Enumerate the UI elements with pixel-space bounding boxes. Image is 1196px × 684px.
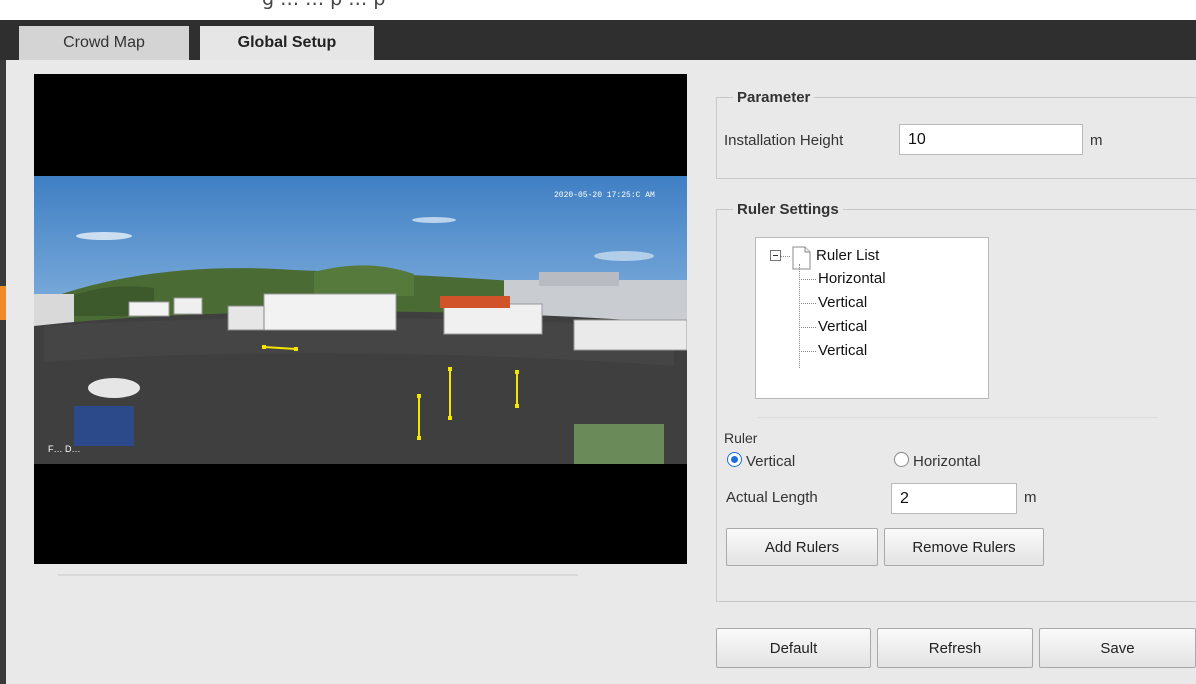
- tab-bar: Crowd Map Global Setup: [0, 20, 1196, 60]
- actual-length-input[interactable]: 2: [891, 483, 1017, 514]
- refresh-button[interactable]: Refresh: [877, 628, 1033, 668]
- document-icon: [792, 246, 811, 270]
- radio-horizontal[interactable]: [894, 452, 909, 467]
- video-divider: [58, 574, 578, 576]
- tree-root-ruler-list[interactable]: Ruler List: [816, 247, 879, 264]
- radio-vertical-label[interactable]: Vertical: [746, 453, 795, 470]
- tree-item-vertical-1[interactable]: Vertical: [818, 294, 867, 311]
- tree-item-horizontal[interactable]: Horizontal: [818, 270, 886, 287]
- add-rulers-button[interactable]: Add Rulers: [726, 528, 878, 566]
- video-preview[interactable]: 2020-05-20 17:25:C AM F… D…: [34, 74, 687, 564]
- remove-rulers-button[interactable]: Remove Rulers: [884, 528, 1044, 566]
- camera-scene: 2020-05-20 17:25:C AM F… D…: [34, 176, 687, 464]
- save-button[interactable]: Save: [1039, 628, 1196, 668]
- timestamp-overlay: 2020-05-20 17:25:C AM: [554, 191, 655, 200]
- ruler-settings-legend: Ruler Settings: [737, 201, 839, 218]
- camera-watermark: F… D…: [48, 444, 81, 454]
- ruler-list-tree[interactable]: Ruler List Horizontal Vertical Vertical …: [755, 237, 989, 399]
- radio-horizontal-label[interactable]: Horizontal: [913, 453, 981, 470]
- installation-height-unit: m: [1090, 132, 1103, 149]
- ruler-divider: [758, 417, 1158, 418]
- tree-item-vertical-2[interactable]: Vertical: [818, 318, 867, 335]
- radio-vertical[interactable]: [727, 452, 742, 467]
- tab-crowd-map[interactable]: Crowd Map: [19, 26, 189, 60]
- installation-height-label: Installation Height: [724, 132, 844, 149]
- tree-item-vertical-3[interactable]: Vertical: [818, 342, 867, 359]
- actual-length-label: Actual Length: [726, 489, 818, 506]
- parameter-legend: Parameter: [737, 89, 811, 106]
- actual-length-unit: m: [1024, 489, 1037, 506]
- window-title-text: g … … p … p: [262, 0, 385, 10]
- collapse-icon[interactable]: [770, 250, 781, 261]
- default-button[interactable]: Default: [716, 628, 871, 668]
- installation-height-input[interactable]: 10: [899, 124, 1083, 155]
- ruler-type-label: Ruler: [724, 430, 758, 446]
- window-title-fragment: g … … p … p: [0, 0, 1196, 20]
- tab-global-setup[interactable]: Global Setup: [200, 26, 374, 60]
